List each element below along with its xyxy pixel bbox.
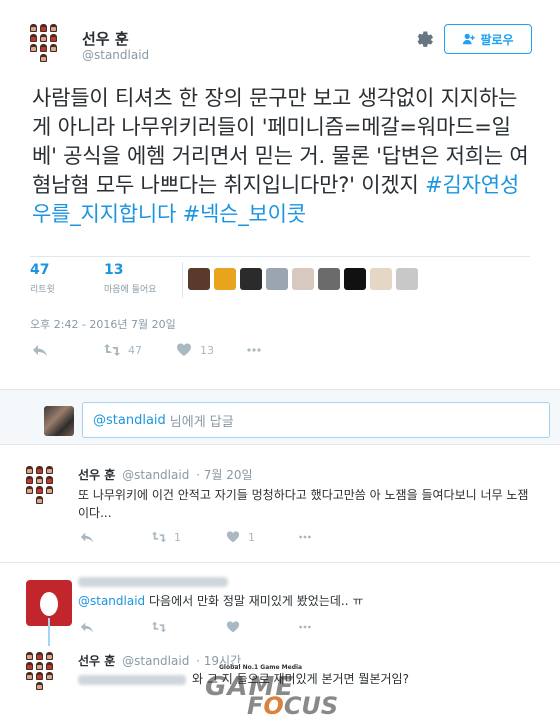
reply-icon	[80, 532, 94, 543]
avatar	[44, 406, 74, 436]
like-button[interactable]: 13	[176, 342, 214, 358]
gear-icon[interactable]	[413, 29, 435, 51]
reply-author-name[interactable]: 선우 훈	[78, 654, 115, 668]
egg-icon	[40, 592, 58, 616]
tweet-header: 선우 훈 @standlaid 팔로우	[30, 24, 540, 74]
liker-avatar[interactable]	[396, 268, 418, 290]
reply-icon	[80, 622, 94, 633]
redacted-name	[78, 576, 228, 587]
retweet-button[interactable]	[152, 620, 166, 634]
retweets-label: 리트윗	[30, 285, 55, 295]
more-button[interactable]	[298, 620, 312, 634]
reply-tweet[interactable]: @standlaid 다음에서 만화 정말 재미있게 봤었는데.. ㅠ	[0, 566, 560, 646]
more-button[interactable]	[298, 530, 312, 544]
retweets-stat[interactable]: 47 리트윗	[30, 262, 55, 295]
reply-author-name[interactable]: 선우 훈	[78, 468, 115, 482]
retweet-icon	[152, 531, 166, 543]
more-dots-icon	[299, 535, 311, 539]
avatar[interactable]	[26, 652, 53, 690]
reply-mention: @standlaid	[93, 412, 166, 428]
author-handle[interactable]: @standlaid	[82, 48, 149, 62]
likes-label: 마음에 들어요	[104, 285, 157, 295]
likes-count: 13	[104, 262, 124, 278]
hashtag-link[interactable]: #넥슨_보이콧	[183, 202, 306, 226]
reply-author-handle[interactable]: @standlaid	[122, 468, 189, 482]
reply-button[interactable]	[80, 530, 94, 544]
liker-avatar[interactable]	[344, 268, 366, 290]
retweets-count: 47	[30, 262, 50, 278]
more-button[interactable]	[246, 342, 262, 358]
watermark-line2: FOCUS	[247, 692, 339, 720]
reply-mention[interactable]: @standlaid	[78, 594, 145, 608]
likes-stat[interactable]: 13 마음에 들어요	[104, 262, 157, 295]
liker-avatar[interactable]	[240, 268, 262, 290]
retweet-icon	[104, 344, 120, 356]
liker-avatar[interactable]	[370, 268, 392, 290]
reply-tweet[interactable]: 선우 훈 @standlaid · 7월 20일 또 나무위키에 이건 안적고 …	[0, 460, 560, 560]
reply-button[interactable]	[32, 342, 48, 358]
follow-label: 팔로우	[480, 32, 514, 47]
add-user-icon	[463, 33, 476, 45]
heart-icon	[226, 531, 240, 543]
retweet-icon	[152, 621, 166, 633]
divider	[30, 256, 530, 257]
follow-button[interactable]: 팔로우	[444, 24, 532, 54]
retweet-count: 1	[174, 530, 181, 544]
avatar[interactable]	[30, 24, 57, 62]
like-count: 1	[248, 530, 255, 544]
author-name[interactable]: 선우 훈	[82, 28, 129, 49]
liker-avatar[interactable]	[214, 268, 236, 290]
watermark-logo: Global No.1 Game Media GAME FOCUS	[205, 664, 355, 720]
reply-text: 또 나무위키에 이건 안적고 자기들 멍청하다고 했다고만씀 아 노잼을 들여다…	[78, 488, 529, 520]
watermark-tagline: Global No.1 Game Media	[219, 664, 303, 671]
reply-composer: @standlaid 님에게 답글	[0, 389, 560, 445]
like-button[interactable]: 1	[226, 530, 255, 544]
tweet-text: 사람들이 티셔츠 한 장의 문구만 보고 생각없이 지지하는게 아니라 나무위키…	[32, 84, 532, 229]
reply-input[interactable]: @standlaid 님에게 답글	[82, 402, 550, 438]
reply-date[interactable]: · 7월 20일	[196, 468, 252, 482]
avatar[interactable]	[26, 466, 53, 504]
redacted-mention	[78, 674, 186, 685]
heart-icon	[177, 343, 191, 356]
reply-actions: 1 1	[80, 530, 340, 546]
retweet-button[interactable]: 47	[104, 342, 142, 358]
thread-connector	[48, 618, 50, 646]
heart-icon	[226, 621, 240, 633]
like-count: 13	[200, 343, 214, 357]
reply-icon	[33, 345, 47, 356]
reply-body: 다음에서 만화 정말 재미있게 봤었는데.. ㅠ	[149, 594, 364, 608]
more-dots-icon	[247, 348, 261, 352]
reply-button[interactable]	[80, 620, 94, 634]
liker-avatar[interactable]	[292, 268, 314, 290]
liker-avatar[interactable]	[318, 268, 340, 290]
more-dots-icon	[299, 625, 311, 629]
reply-header: 선우 훈 @standlaid · 7월 20일	[78, 466, 253, 483]
like-button[interactable]	[226, 620, 240, 634]
reply-placeholder: 님에게 답글	[169, 414, 234, 430]
tweet-timestamp[interactable]: 오후 2:42 - 2016년 7월 20일	[30, 316, 176, 332]
tweet-actions: 47 13	[32, 342, 512, 360]
retweet-count: 47	[128, 343, 142, 357]
reply-text: @standlaid 다음에서 만화 정말 재미있게 봤었는데.. ㅠ	[78, 592, 538, 610]
retweet-button[interactable]: 1	[152, 530, 181, 544]
liker-avatar[interactable]	[188, 268, 210, 290]
liker-avatar[interactable]	[266, 268, 288, 290]
divider	[182, 262, 183, 298]
reply-header	[78, 574, 228, 588]
liker-avatars	[188, 268, 418, 290]
divider	[0, 562, 560, 563]
reply-actions	[80, 620, 340, 636]
reply-author-handle[interactable]: @standlaid	[122, 654, 189, 668]
